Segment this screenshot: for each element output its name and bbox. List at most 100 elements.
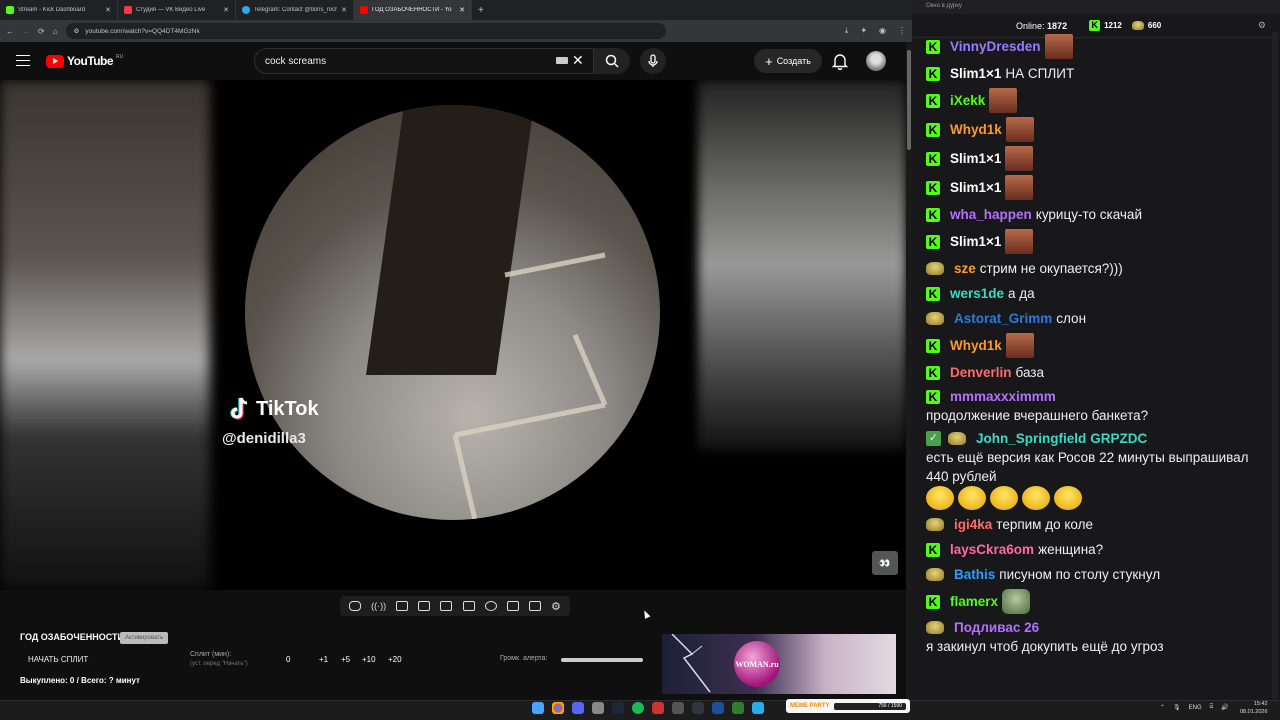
chat-username[interactable]: wha_happen xyxy=(950,205,1032,224)
avatar[interactable] xyxy=(866,51,886,71)
activate-button[interactable]: Активировать xyxy=(120,632,169,644)
notifications-button[interactable] xyxy=(831,52,849,75)
chat-username[interactable]: flamerx xyxy=(950,592,998,611)
forward-icon[interactable]: → xyxy=(22,27,30,36)
browser-menu-icon[interactable]: ⋮ xyxy=(898,26,906,36)
close-icon[interactable]: ✕ xyxy=(341,6,347,14)
chat-username[interactable]: laysCkra6om xyxy=(950,540,1034,559)
extension-icons: ⤓ ✦ ◉ ⋮ xyxy=(845,26,906,36)
home-icon[interactable]: ⌂ xyxy=(53,27,58,36)
back-icon[interactable]: ← xyxy=(6,27,14,36)
hamburger-menu-icon[interactable] xyxy=(16,55,30,66)
chat-username[interactable]: iXekk xyxy=(950,91,985,110)
filmstrip-icon[interactable] xyxy=(462,601,475,611)
profile-icon[interactable]: ◉ xyxy=(879,26,886,36)
chat-username[interactable]: Whyd1k xyxy=(950,120,1002,139)
tiktok-wordmark: TikTok xyxy=(256,397,319,420)
reload-icon[interactable]: ⟳ xyxy=(38,27,45,36)
increment-button-1[interactable]: +1 xyxy=(319,655,328,664)
increment-button-5[interactable]: +5 xyxy=(341,655,350,664)
pepe-badge-icon xyxy=(926,621,944,634)
bell-icon xyxy=(831,54,849,71)
chat-username[interactable]: Slim1×1 xyxy=(950,232,1001,251)
video-player[interactable]: 👀 xyxy=(0,80,906,590)
chat-username[interactable]: John_Springfield xyxy=(976,429,1086,448)
app-icon-5[interactable] xyxy=(732,702,744,714)
chat-scrollbar[interactable] xyxy=(1272,32,1278,698)
chat-username[interactable]: Slim1×1 xyxy=(950,64,1001,83)
url-field[interactable]: ⚙ youtube.com/watch?v=QQ4DT4MGzNk xyxy=(65,23,666,39)
taskbar-clock[interactable]: 15:42 08.01.2026 xyxy=(1240,700,1268,716)
chat-username[interactable]: Bathis xyxy=(954,565,995,584)
add-frame-icon[interactable] xyxy=(506,601,519,611)
close-icon[interactable]: ✕ xyxy=(459,6,465,14)
camera-icon[interactable] xyxy=(528,601,541,611)
search-button[interactable] xyxy=(594,48,630,74)
chat-username[interactable]: igi4ka xyxy=(954,515,992,534)
chat-text: я закинул чтоб докупить ещё до угроз xyxy=(926,639,1164,654)
increment-button-10[interactable]: +10 xyxy=(362,655,376,664)
language-indicator[interactable]: ENG xyxy=(1189,705,1202,711)
settings-icon[interactable]: ⚙ xyxy=(1258,20,1266,31)
split-value[interactable]: 0 xyxy=(286,655,290,664)
app-icon[interactable] xyxy=(592,702,604,714)
chat-username[interactable]: VinnyDresden xyxy=(950,37,1041,56)
start-split-button[interactable]: НАЧАТЬ СПЛИТ xyxy=(28,655,88,664)
mic-tray-icon[interactable]: 🎙 xyxy=(1173,704,1181,711)
start-icon[interactable] xyxy=(532,702,544,714)
broadcast-icon[interactable]: ((·)) xyxy=(371,601,386,611)
chat-username[interactable]: Whyd1k xyxy=(950,336,1002,355)
telegram-icon[interactable] xyxy=(752,702,764,714)
app-icon-2[interactable] xyxy=(672,702,684,714)
gear-icon[interactable]: ⚙ xyxy=(551,600,561,613)
voice-search-button[interactable] xyxy=(640,48,666,74)
extensions-icon[interactable]: ✦ xyxy=(860,26,867,36)
chat-username[interactable]: Astorat_Grimm xyxy=(954,309,1052,328)
chrome-icon[interactable] xyxy=(552,702,564,714)
screen-record-icon[interactable] xyxy=(396,601,409,611)
chat-username[interactable]: Denverlin xyxy=(950,363,1012,382)
loop-icon[interactable] xyxy=(349,601,362,611)
network-icon[interactable]: ⌸ xyxy=(1210,704,1214,711)
discord-icon[interactable] xyxy=(572,702,584,714)
speed-gauge-icon[interactable] xyxy=(484,601,497,611)
tab-2[interactable]: Telegram: Contact @boris_roch ✕ xyxy=(236,0,354,20)
tab-3[interactable]: ГОД ОЗАБОЧЕННОСТИ - Yo ✕ xyxy=(354,0,472,20)
app-icon-3[interactable] xyxy=(692,702,704,714)
tab-0[interactable]: Stream - Kick Dashboard ✕ xyxy=(0,0,118,20)
search-input[interactable]: cock screams xyxy=(254,48,594,74)
create-button[interactable]: + Создать xyxy=(754,49,822,73)
chat-mention[interactable]: GRPZDC xyxy=(1090,429,1147,448)
chevron-up-icon[interactable]: ⌃ xyxy=(1160,704,1165,711)
chat-username[interactable]: Подливас 26 xyxy=(954,618,1039,637)
chat-username[interactable]: Slim1×1 xyxy=(950,178,1001,197)
clapper-icon[interactable] xyxy=(418,601,431,611)
download-icon[interactable]: ⤓ xyxy=(845,26,849,36)
close-icon[interactable]: ✕ xyxy=(223,6,229,14)
youtube-logo[interactable]: YouTube RU xyxy=(46,54,123,68)
laughing-emote-icon xyxy=(926,486,954,510)
spotify-icon[interactable] xyxy=(632,702,644,714)
clear-search-icon[interactable]: ✕ xyxy=(572,52,584,69)
chat-message: Bathis писуном по столу стукнул xyxy=(926,562,1266,587)
tab-1[interactable]: Студия — VK Видео Live ✕ xyxy=(118,0,236,20)
volume-icon[interactable]: 🔊 xyxy=(1221,704,1228,711)
video-overlay-button[interactable]: 👀 xyxy=(872,551,898,575)
obs-icon[interactable] xyxy=(652,702,664,714)
chat-username[interactable]: sze xyxy=(954,259,976,278)
chat-username[interactable]: Slim1×1 xyxy=(950,149,1001,168)
meme-party-widget[interactable]: MEME PARTY 756 / 1590 xyxy=(786,699,910,713)
keyboard-icon[interactable] xyxy=(556,57,568,64)
increment-button-20[interactable]: +20 xyxy=(388,655,402,664)
app-icon-4[interactable] xyxy=(712,702,724,714)
steam-icon[interactable] xyxy=(612,702,624,714)
alert-volume-slider[interactable] xyxy=(561,658,643,662)
chat-username[interactable]: wers1de xyxy=(950,284,1004,303)
chat-username[interactable]: mmmaxxximmm xyxy=(950,387,1056,406)
site-info-icon[interactable]: ⚙ xyxy=(74,27,80,35)
new-tab-icon[interactable]: + xyxy=(472,5,484,16)
kick-favicon-icon xyxy=(6,6,14,14)
page-scrollbar-thumb[interactable] xyxy=(907,50,911,150)
close-icon[interactable]: ✕ xyxy=(105,6,111,14)
resize-icon[interactable] xyxy=(440,601,453,611)
